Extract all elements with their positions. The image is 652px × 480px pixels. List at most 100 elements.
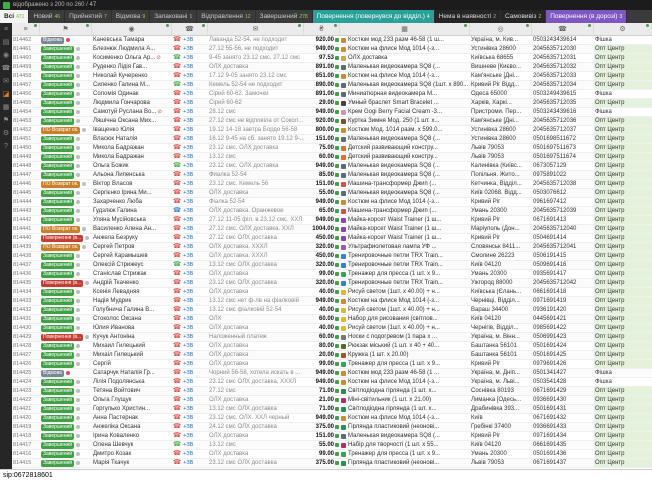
orders-icon[interactable]: ▤ bbox=[3, 39, 10, 46]
phone-call-icon[interactable]: ☎ bbox=[173, 343, 181, 350]
order-row[interactable]: 814440Повернення (в...Анжела Безруку☎+ЗВ… bbox=[12, 234, 652, 243]
callback-button[interactable]: +ЗВ bbox=[183, 64, 193, 70]
order-row[interactable]: 814442ЗавершенийУляна Мусійовська☎+ЗВ27.… bbox=[12, 216, 652, 225]
phone-call-icon[interactable]: ☎ bbox=[173, 460, 181, 467]
order-row[interactable]: 814450ЗавершенийМикола Бадражан☎+ЗВ23.12… bbox=[12, 144, 652, 153]
callback-button[interactable]: +ЗВ bbox=[183, 91, 193, 97]
order-row[interactable]: 814462ВідмоваКаневська Тамара☎+ЗВЛаванда… bbox=[12, 36, 652, 45]
callback-button[interactable]: +ЗВ bbox=[183, 262, 193, 268]
order-row[interactable]: 814439ПО Возврат ок.Сергей Петров☎+ЗВОЛХ… bbox=[12, 243, 652, 252]
phone-call-icon[interactable]: ☎ bbox=[173, 190, 181, 197]
app-logo-icon[interactable] bbox=[3, 2, 10, 9]
order-row[interactable]: 814417ЗавершенийОлена Шевчук☎+ЗВ13.12 см… bbox=[12, 441, 652, 450]
callback-button[interactable]: +ЗВ bbox=[183, 154, 193, 160]
callback-button[interactable]: +ЗВ bbox=[183, 442, 193, 448]
callback-button[interactable]: +ЗВ bbox=[183, 298, 193, 304]
phone-call-icon[interactable]: ☎ bbox=[173, 64, 181, 71]
phone-call-icon[interactable]: ☎ bbox=[173, 154, 181, 161]
callback-button[interactable]: +ЗВ bbox=[183, 37, 193, 43]
phone-call-icon[interactable]: ☎ bbox=[173, 298, 181, 305]
tab-pickup[interactable]: Самовивіз2 bbox=[501, 10, 546, 23]
callback-button[interactable]: +ЗВ bbox=[183, 334, 193, 340]
tab-new[interactable]: Новий46 bbox=[29, 10, 65, 23]
tab-declined[interactable]: Відмова9 bbox=[112, 10, 150, 23]
callback-button[interactable]: +ЗВ bbox=[183, 253, 193, 259]
products-icon[interactable]: ▦ bbox=[3, 104, 10, 111]
column-header-phone[interactable]: ☎ bbox=[532, 23, 594, 35]
phone-call-icon[interactable]: ☎ bbox=[173, 370, 181, 377]
column-header-order-id[interactable]: ≡ bbox=[12, 23, 40, 35]
phone-call-icon[interactable]: ☎ bbox=[173, 316, 181, 323]
phone-call-icon[interactable]: ☎ bbox=[173, 397, 181, 404]
phone-call-icon[interactable]: ☎ bbox=[173, 235, 181, 242]
phone-call-icon[interactable]: ☎ bbox=[173, 406, 181, 413]
order-row[interactable]: 814457ЗавершенийСиленко Галина М...☎+ЗВК… bbox=[12, 81, 652, 90]
order-row[interactable]: 814425ВідмоваСатарчук Наталія Гр...☎+ЗВЧ… bbox=[12, 369, 652, 378]
order-row[interactable]: 814433ЗавершенийНадія Мудрик☎+ЗВ13.12 см… bbox=[12, 297, 652, 306]
phone-call-icon[interactable]: ☎ bbox=[173, 361, 181, 368]
phone-call-icon[interactable]: ☎ bbox=[173, 307, 181, 314]
phone-call-icon[interactable]: ☎ bbox=[173, 109, 181, 116]
order-row[interactable]: 814422ЗавершенийОльга Глущук☎+ЗВОЛХ дост… bbox=[12, 396, 652, 405]
callback-button[interactable]: +ЗВ bbox=[183, 163, 193, 169]
callback-button[interactable]: +ЗВ bbox=[183, 100, 193, 106]
phone-call-icon[interactable]: ☎ bbox=[173, 352, 181, 359]
callback-button[interactable]: +ЗВ bbox=[183, 217, 193, 223]
callback-button[interactable]: +ЗВ bbox=[183, 199, 193, 205]
callback-button[interactable]: +ЗВ bbox=[183, 208, 193, 214]
phone-call-icon[interactable]: ☎ bbox=[173, 451, 181, 458]
phone-call-icon[interactable]: ☎ bbox=[173, 127, 181, 134]
order-row[interactable]: 814428ЗавершенийМихаил Гилецький☎+ЗВОЛХ … bbox=[12, 342, 652, 351]
order-row[interactable]: 814445ЗавершенийСергієнко Ірина Ми...☎+З… bbox=[12, 189, 652, 198]
callback-button[interactable]: +ЗВ bbox=[183, 361, 193, 367]
phone-call-icon[interactable]: ☎ bbox=[173, 289, 181, 296]
callback-button[interactable]: +ЗВ bbox=[183, 370, 193, 376]
order-row[interactable]: 814435Повернення (в...Андрій Ткаченко☎+З… bbox=[12, 279, 652, 288]
column-header-total[interactable]: ₴ bbox=[304, 23, 340, 35]
callback-button[interactable]: +ЗВ bbox=[183, 307, 193, 313]
tab-returned-received[interactable]: Повернення (повернувся до відділ.)4 bbox=[313, 10, 435, 23]
tab-accepted[interactable]: Прийнятий7 bbox=[65, 10, 112, 23]
phone-call-icon[interactable]: ☎ bbox=[173, 208, 181, 215]
order-row[interactable]: 814436ЗавершенийСтаніслав Стрижак☎+ЗВОЛХ… bbox=[12, 270, 652, 279]
callback-button[interactable]: +ЗВ bbox=[183, 397, 193, 403]
phone-icon[interactable]: ☎ bbox=[2, 65, 11, 72]
callback-button[interactable]: +ЗВ bbox=[183, 136, 193, 142]
phone-call-icon[interactable]: ☎ bbox=[173, 163, 181, 170]
phone-call-icon[interactable]: ☎ bbox=[173, 325, 181, 332]
callback-button[interactable]: +ЗВ bbox=[183, 172, 193, 178]
phone-call-icon[interactable]: ☎ bbox=[173, 226, 181, 233]
order-row[interactable]: 814456ЗавершенийСоломія Одинак☎+ЗВСірий … bbox=[12, 90, 652, 99]
phone-call-icon[interactable]: ☎ bbox=[173, 136, 181, 143]
order-row[interactable]: 814443ЗавершенийГудзлюк Галина☎+ЗВОЛХ до… bbox=[12, 207, 652, 216]
order-row[interactable]: 814460ЗавершенийКосименко Ольга Ар...⊘☎+… bbox=[12, 54, 652, 63]
phone-call-icon[interactable]: ☎ bbox=[173, 55, 181, 62]
order-row[interactable]: 814415ЗавершенийМарія Ткачук☎+ЗВ23.12 см… bbox=[12, 459, 652, 468]
tab-shipped[interactable]: Відправлення12 bbox=[197, 10, 255, 23]
phone-call-icon[interactable]: ☎ bbox=[173, 37, 181, 44]
tab-all[interactable]: Всі471 bbox=[0, 10, 29, 23]
callback-button[interactable]: +ЗВ bbox=[183, 82, 193, 88]
mail-icon[interactable]: ✉ bbox=[3, 78, 9, 85]
order-row[interactable]: 814449ЗавершенийМикола Бадражан☎+ЗВ13.12… bbox=[12, 153, 652, 162]
order-row[interactable]: 814455ЗавершенийЛюдмила Гончарова☎+ЗВСір… bbox=[12, 99, 652, 108]
column-header-source[interactable]: ⚙ bbox=[594, 23, 652, 35]
phone-call-icon[interactable]: ☎ bbox=[173, 271, 181, 278]
phone-call-icon[interactable]: ☎ bbox=[173, 82, 181, 89]
order-row[interactable]: 814461ЗавершенийБлезнюк Людмила А...☎+ЗВ… bbox=[12, 45, 652, 54]
phone-call-icon[interactable]: ☎ bbox=[173, 388, 181, 395]
order-row[interactable]: 814421ЗавершенийГоргулько Христин...☎+ЗВ… bbox=[12, 405, 652, 414]
tab-out-of-stock[interactable]: Нема в наявності2 bbox=[435, 10, 501, 23]
phone-call-icon[interactable]: ☎ bbox=[173, 172, 181, 179]
stats-icon[interactable]: ◪ bbox=[3, 91, 10, 98]
order-row[interactable]: 814426ЗавершенийСергій☎+ЗВОЛХ доставка99… bbox=[12, 360, 652, 369]
order-row[interactable]: 814448ЗавершенийОльга Божик☎+ЗВ23.12 смс… bbox=[12, 162, 652, 171]
phone-call-icon[interactable]: ☎ bbox=[173, 118, 181, 125]
callback-button[interactable]: +ЗВ bbox=[183, 316, 193, 322]
order-row[interactable]: 814458ЗавершенийНиколай Кучеренко☎+ЗВ17.… bbox=[12, 72, 652, 81]
phone-call-icon[interactable]: ☎ bbox=[173, 145, 181, 152]
callback-button[interactable]: +ЗВ bbox=[183, 46, 193, 52]
order-row[interactable]: 814430ЗавершенийЮлия Иванова☎+ЗВОЛХ дост… bbox=[12, 324, 652, 333]
callback-button[interactable]: +ЗВ bbox=[183, 55, 193, 61]
order-row[interactable]: 814447ЗавершенийАльона Липенська☎+ЗВФиал… bbox=[12, 171, 652, 180]
